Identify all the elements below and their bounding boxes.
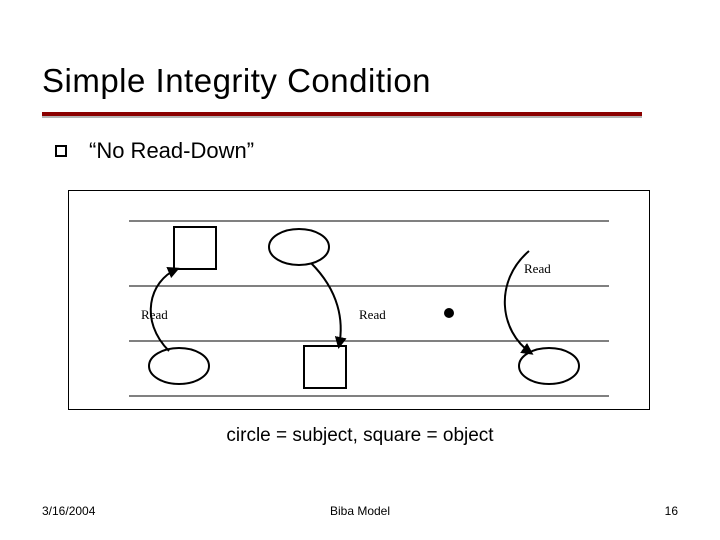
bullet-marker-icon [55, 145, 67, 157]
object-square [304, 346, 346, 388]
subject-circle [519, 348, 579, 384]
dot-icon [444, 308, 454, 318]
read-label-right: Read [524, 261, 551, 276]
read-label-mid: Read [359, 307, 386, 322]
slide: Simple Integrity Condition “No Read-Down… [0, 0, 720, 540]
diagram-frame: Read Read Read [68, 190, 650, 410]
arrow-read-mid [311, 263, 341, 346]
footer-title: Biba Model [0, 504, 720, 518]
diagram-legend: circle = subject, square = object [0, 425, 720, 447]
subject-circle [149, 348, 209, 384]
object-square [174, 227, 216, 269]
title-underline-shadow [42, 116, 642, 118]
bullet-text: “No Read-Down” [89, 138, 254, 164]
diagram-svg: Read Read Read [69, 191, 651, 411]
bullet-item: “No Read-Down” [55, 138, 254, 164]
slide-title: Simple Integrity Condition [42, 62, 431, 100]
subject-circle [269, 229, 329, 265]
read-label-left: Read [141, 307, 168, 322]
footer-page-number: 16 [665, 504, 678, 518]
